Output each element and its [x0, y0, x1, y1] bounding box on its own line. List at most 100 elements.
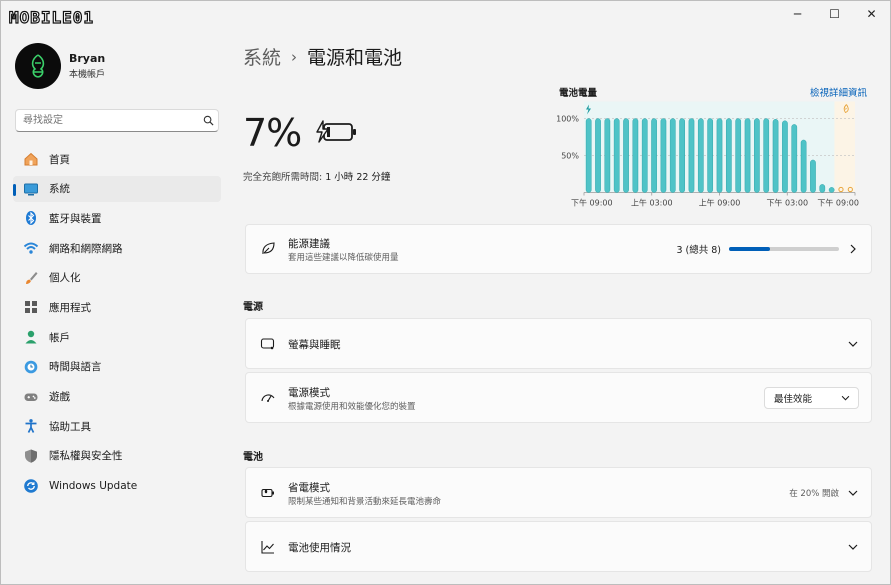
nav-item-time-language[interactable]: 時間與語言 [13, 354, 221, 380]
gamepad-icon [22, 388, 40, 406]
logo-text: MOBILE01 [8, 7, 95, 27]
battery-level-chart: 100% 50% 下午 09:00 上午 03:00 上午 09:00 下午 03:00 下… [555, 99, 861, 219]
nav-item-personalization[interactable]: 個人化 [13, 265, 221, 291]
nav-label: 首頁 [49, 153, 70, 166]
breadcrumb: 系統 › 電源和電池 [243, 43, 402, 70]
nav-label: 網路和網際網路 [49, 242, 123, 255]
sidebar: Bryan 本機帳戶 首頁 系統 [1, 31, 231, 584]
nav-item-bluetooth[interactable]: 藍牙與裝置 [13, 205, 221, 231]
screen-sleep-card[interactable]: 螢幕與睡眠 [245, 318, 872, 369]
recommendations-title: 能源建議 [288, 238, 330, 250]
close-button[interactable]: ✕ [853, 1, 890, 27]
breadcrumb-separator: › [291, 47, 298, 66]
chevron-down-icon[interactable] [847, 487, 859, 499]
battery-bar [613, 118, 620, 193]
battery-bar [735, 118, 742, 193]
nav-item-apps[interactable]: 應用程式 [13, 294, 221, 320]
settings-window: MOBILE01 ─ ☐ ✕ Bryan 本機帳戶 尋找設定 首頁 系統 藍牙與… [0, 0, 891, 585]
nav-item-network[interactable]: 網路和網際網路 [13, 235, 221, 261]
nav-item-accessibility[interactable]: 協助工具 [13, 413, 221, 439]
home-icon [22, 150, 40, 168]
view-details-link[interactable]: 檢視詳細資訊 [810, 85, 867, 99]
battery-bar [744, 118, 751, 193]
battery-section-title: 電池 [243, 452, 263, 463]
recommendations-subtitle: 套用這些建議以降低碳使用量 [288, 253, 399, 263]
window-controls: ─ ☐ ✕ [779, 1, 890, 27]
battery-saver-icon [258, 483, 278, 503]
screen-sleep-title: 螢幕與睡眠 [288, 339, 341, 351]
system-icon [22, 180, 40, 198]
battery-saver-status: 在 20% 開啟 [789, 488, 839, 499]
bluetooth-icon [22, 209, 40, 227]
x-tick-label: 下午 03:00 [766, 198, 808, 208]
power-mode-card: 電源模式 根據電源使用和效能優化您的裝置 最佳效能 [245, 372, 872, 423]
forecast-area [834, 101, 855, 193]
nav-item-windows-update[interactable]: Windows Update [13, 473, 221, 499]
title-bar: MOBILE01 ─ ☐ ✕ [1, 1, 890, 31]
battery-bar [763, 118, 770, 193]
x-tick-label: 下午 09:00 [571, 198, 613, 208]
battery-bar [791, 124, 798, 193]
battery-bar [726, 118, 732, 193]
chart-title: 電池電量 [559, 88, 598, 99]
nav-item-home[interactable]: 首頁 [13, 146, 221, 172]
screen-sleep-icon [258, 334, 278, 354]
chevron-right-icon [847, 243, 859, 255]
y-tick-label: 100% [556, 115, 579, 124]
nav-item-gaming[interactable]: 遊戲 [13, 384, 221, 410]
recommendations-progress-fill [729, 247, 771, 251]
battery-bar [707, 118, 713, 193]
battery-saver-card[interactable]: 省電模式 限制某些通知和背景活動來延長電池壽命 在 20% 開啟 [245, 467, 872, 518]
y-tick-label: 50% [561, 152, 579, 161]
recommendations-count: 3 (總共 8) [676, 245, 721, 256]
energy-recommendations-card[interactable]: 能源建議 套用這些建議以降低碳使用量 3 (總共 8) [245, 224, 872, 274]
nav-label: 隱私權與安全性 [49, 450, 123, 463]
battery-bar [651, 118, 657, 193]
battery-bar [697, 118, 704, 193]
minimize-button[interactable]: ─ [779, 1, 816, 27]
battery-bar [810, 159, 816, 193]
profile-name: Bryan [69, 52, 106, 65]
search-input[interactable] [16, 114, 198, 127]
nav-label: 協助工具 [49, 420, 91, 433]
x-tick-label: 上午 03:00 [631, 198, 673, 208]
battery-usage-card[interactable]: 電池使用情況 [245, 521, 872, 572]
accessibility-icon [22, 417, 40, 435]
user-profile[interactable]: Bryan 本機帳戶 [15, 43, 105, 89]
chevron-down-icon[interactable] [847, 338, 859, 350]
power-mode-selected: 最佳效能 [774, 393, 813, 405]
chevron-down-icon[interactable] [847, 541, 859, 553]
nav-item-system[interactable]: 系統 [13, 175, 221, 202]
page-title: 電源和電池 [307, 47, 403, 69]
search-box[interactable] [15, 109, 219, 132]
update-icon [22, 477, 40, 495]
battery-bar [623, 118, 629, 193]
power-mode-dropdown[interactable]: 最佳效能 [764, 386, 859, 409]
battery-bar [716, 118, 723, 193]
x-tick-label: 上午 09:00 [699, 198, 741, 208]
wifi-icon [22, 239, 40, 257]
battery-percent: 7% [243, 111, 302, 155]
brush-icon [22, 269, 40, 287]
breadcrumb-parent[interactable]: 系統 [243, 43, 281, 70]
charge-time: 完全充飽所需時間: 1 小時 22 分鐘 [243, 169, 390, 183]
nav-label: Windows Update [49, 479, 138, 492]
globe-clock-icon [22, 358, 40, 376]
nav-item-privacy[interactable]: 隱私權與安全性 [13, 443, 221, 469]
maximize-button[interactable]: ☐ [816, 1, 853, 27]
battery-usage-title: 電池使用情況 [288, 542, 351, 554]
shield-icon [22, 447, 40, 465]
battery-bar [688, 118, 695, 193]
razer-logo-icon [31, 54, 45, 78]
nav-label: 個人化 [49, 272, 81, 285]
x-tick-label: 下午 09:00 [817, 198, 859, 208]
battery-bar [828, 187, 835, 193]
battery-bar [800, 139, 807, 193]
battery-saver-title: 省電模式 [288, 482, 330, 494]
nav-item-accounts[interactable]: 帳戶 [13, 324, 221, 350]
battery-saver-subtitle: 限制某些通知和背景活動來延長電池壽命 [288, 497, 442, 507]
charge-time-label: 完全充飽所需時間: [243, 172, 323, 183]
apps-icon [22, 298, 40, 316]
search-icon[interactable] [198, 115, 218, 126]
app-logo: MOBILE01 [8, 5, 95, 29]
